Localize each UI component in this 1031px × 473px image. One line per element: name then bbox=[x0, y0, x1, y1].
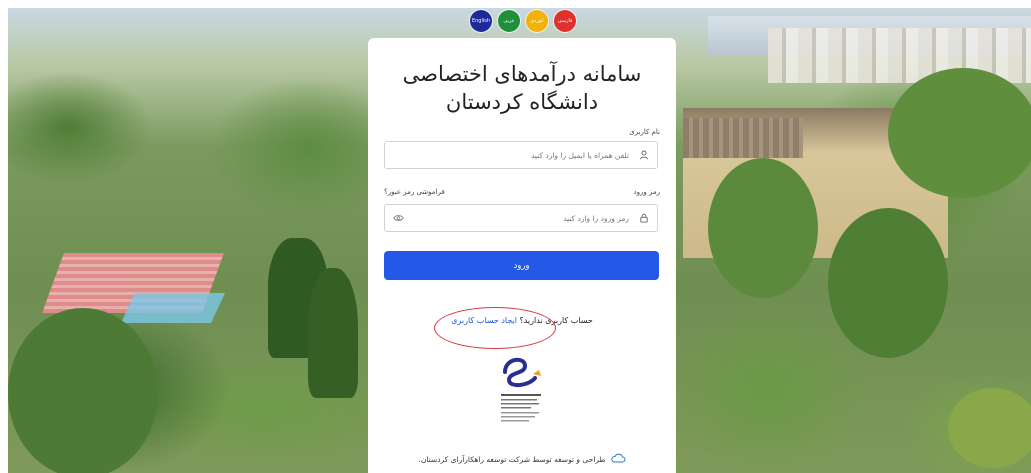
forgot-password-link[interactable]: فراموشی رمز عبور؟ bbox=[384, 188, 445, 196]
username-label: نام کاربری bbox=[629, 128, 660, 136]
user-icon bbox=[631, 150, 657, 160]
password-field[interactable] bbox=[384, 204, 658, 232]
password-label-row: رمز ورود فراموشی رمز عبور؟ bbox=[384, 188, 660, 196]
highlight-oval bbox=[434, 307, 556, 349]
lang-persian[interactable]: فارسی bbox=[554, 10, 576, 32]
page-title: سامانه درآمدهای اختصاصی دانشگاه کردستان bbox=[368, 60, 676, 116]
lang-english[interactable]: English bbox=[470, 10, 492, 32]
lang-kurdish[interactable]: کوردی bbox=[526, 10, 548, 32]
lang-arabic[interactable]: عربی bbox=[498, 10, 520, 32]
password-label: رمز ورود bbox=[633, 188, 660, 196]
tree bbox=[948, 388, 1031, 468]
language-switcher: English عربی کوردی فارسی bbox=[470, 10, 576, 32]
login-card: سامانه درآمدهای اختصاصی دانشگاه کردستان … bbox=[368, 38, 676, 473]
username-field[interactable] bbox=[384, 141, 658, 169]
tree bbox=[888, 68, 1031, 198]
tree bbox=[308, 268, 358, 398]
title-line-2: دانشگاه کردستان bbox=[445, 90, 599, 114]
title-line-1: سامانه درآمدهای اختصاصی bbox=[402, 62, 642, 86]
username-input[interactable] bbox=[427, 149, 631, 161]
username-label-row: نام کاربری bbox=[384, 128, 660, 136]
login-button[interactable]: ورود bbox=[384, 251, 659, 280]
eye-icon[interactable] bbox=[385, 214, 411, 222]
footer: طراحی و توسعه توسط شرکت توسعه راهکارآرای… bbox=[368, 453, 676, 465]
password-input[interactable] bbox=[413, 212, 631, 224]
tree bbox=[708, 158, 818, 298]
lock-icon bbox=[631, 213, 657, 223]
tree bbox=[828, 208, 948, 358]
tree bbox=[8, 308, 158, 473]
cloud-icon bbox=[610, 453, 626, 465]
footer-credit: طراحی و توسعه توسط شرکت توسعه راهکارآرای… bbox=[418, 454, 606, 464]
blue-pool bbox=[121, 293, 225, 323]
enamad-seal[interactable] bbox=[495, 350, 547, 428]
